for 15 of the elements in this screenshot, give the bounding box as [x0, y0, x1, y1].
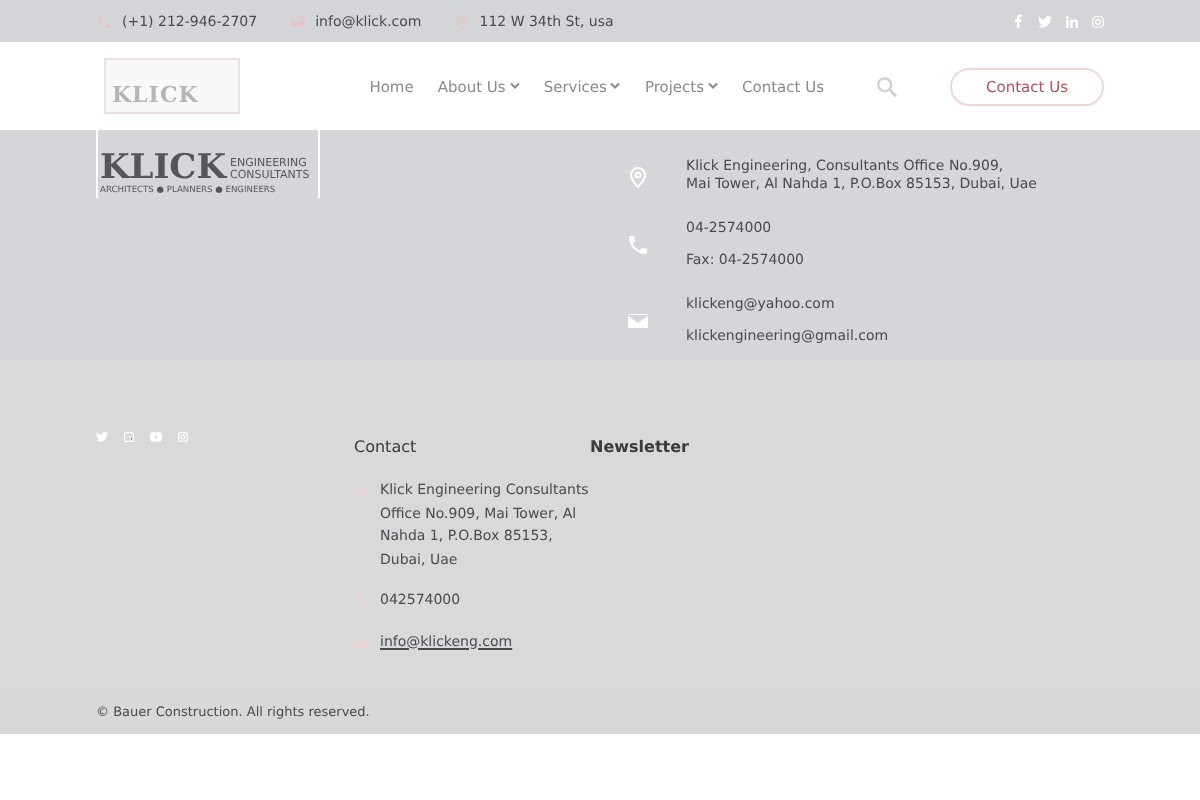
facebook-icon[interactable] — [1012, 14, 1024, 28]
company-logo[interactable]: KLICK — [104, 58, 240, 114]
facebook-icon[interactable] — [124, 432, 134, 442]
youtube-icon[interactable] — [150, 432, 162, 442]
linkedin-icon[interactable] — [1066, 15, 1078, 27]
twitter-icon[interactable] — [96, 432, 108, 442]
envelope-icon — [626, 308, 650, 334]
newsletter-heading: Newsletter — [590, 438, 691, 456]
map-pin-icon — [626, 163, 650, 189]
twitter-icon[interactable] — [1038, 15, 1052, 27]
instagram-icon[interactable] — [1092, 15, 1104, 27]
phone-icon — [626, 232, 650, 258]
instagram-icon[interactable] — [178, 432, 188, 442]
contact-heading: Contact — [354, 438, 419, 456]
search-icon[interactable] — [876, 75, 898, 97]
